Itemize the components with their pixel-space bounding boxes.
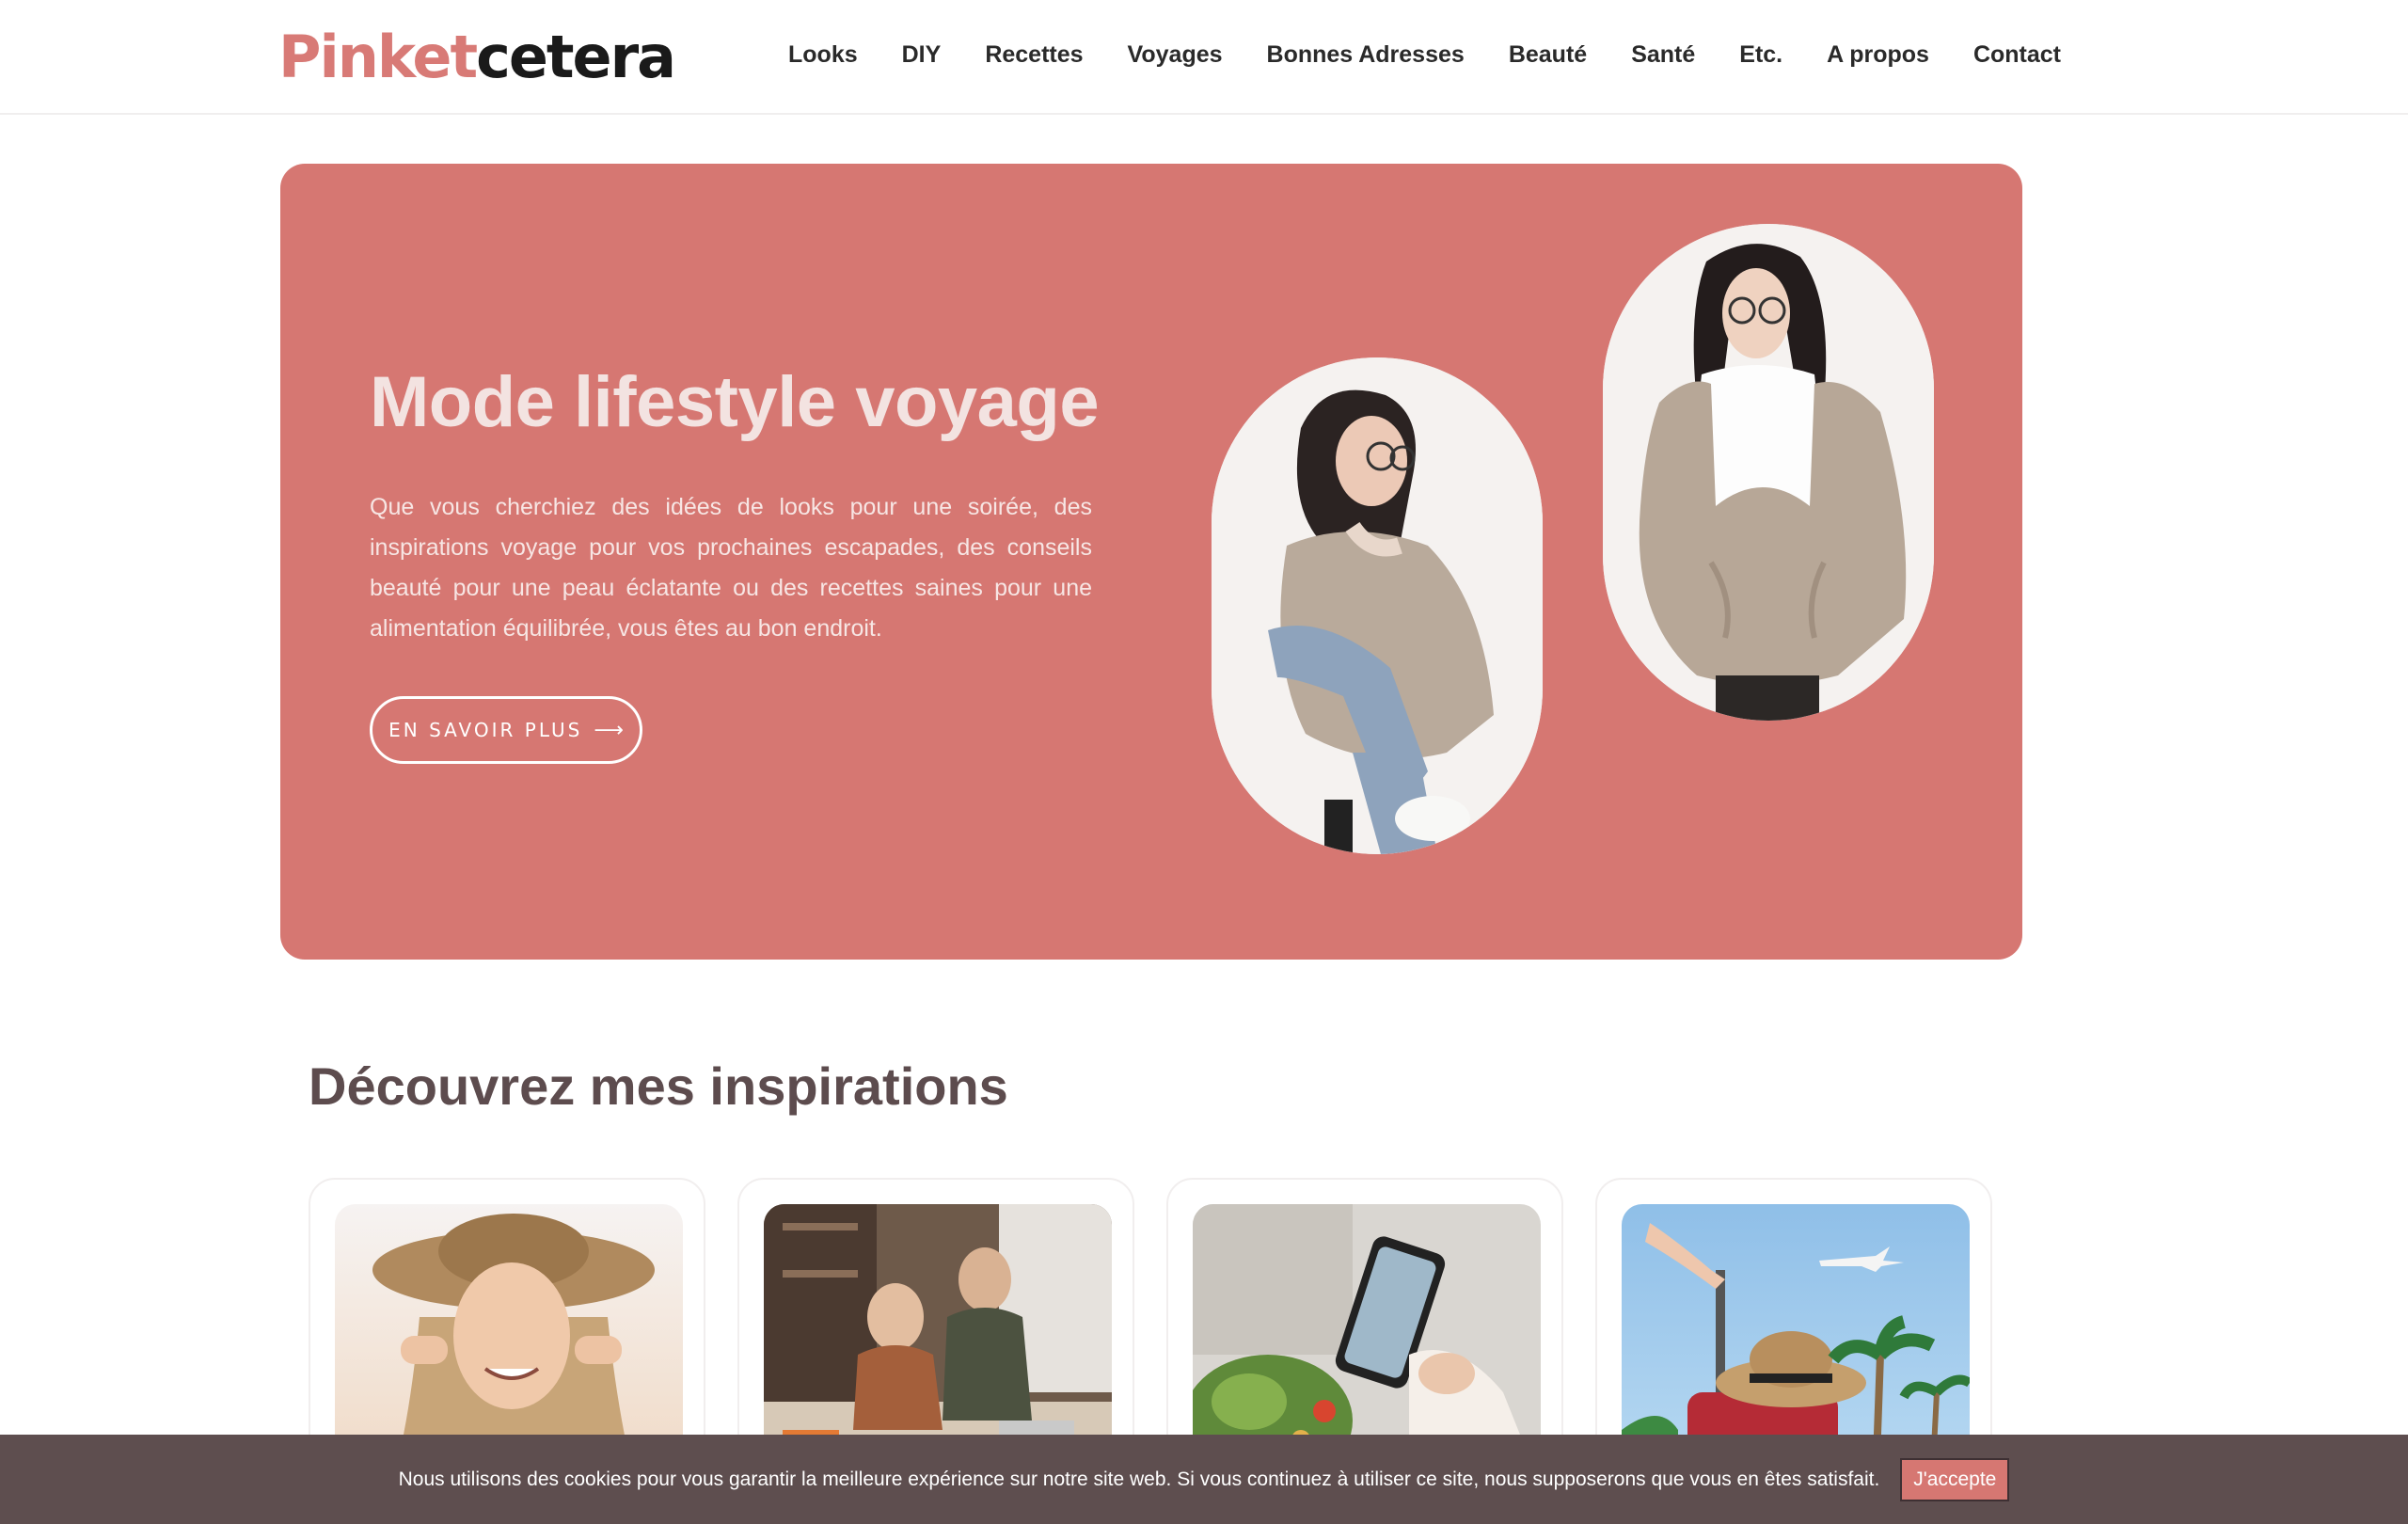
- main-nav: Looks DIY Recettes Voyages Bonnes Adress…: [788, 36, 2061, 73]
- nav-a-propos[interactable]: A propos: [1827, 36, 1929, 73]
- nav-sante[interactable]: Santé: [1631, 36, 1695, 73]
- nav-bonnes-adresses[interactable]: Bonnes Adresses: [1267, 36, 1465, 73]
- learn-more-button[interactable]: EN SAVOIR PLUS ⟶: [370, 696, 642, 764]
- nav-etc[interactable]: Etc.: [1739, 36, 1782, 73]
- hero-banner: Mode lifestyle voyage Que vous cherchiez…: [280, 164, 2022, 960]
- portrait-image-standing: [1603, 224, 1934, 721]
- logo-part-pinket: Pinket: [278, 22, 478, 91]
- accept-cookies-button[interactable]: J'accepte: [1900, 1457, 2010, 1501]
- nav-recettes[interactable]: Recettes: [985, 36, 1083, 73]
- inspirations-heading: Découvrez mes inspirations: [309, 1056, 1008, 1116]
- portrait-image-seated: [1212, 357, 1543, 854]
- nav-voyages[interactable]: Voyages: [1128, 36, 1223, 73]
- hero-title: Mode lifestyle voyage: [370, 362, 1100, 442]
- site-header: Pinket cetera Looks DIY Recettes Voyages …: [0, 0, 2408, 115]
- cookie-banner: Nous utilisons des cookies pour vous gar…: [0, 1435, 2408, 1524]
- arrow-right-icon: ⟶: [594, 718, 624, 742]
- nav-contact[interactable]: Contact: [1973, 36, 2061, 73]
- nav-diy[interactable]: DIY: [902, 36, 942, 73]
- nav-looks[interactable]: Looks: [788, 36, 858, 73]
- cookie-message: Nous utilisons des cookies pour vous gar…: [398, 1468, 1880, 1490]
- logo-part-cetera: cetera: [476, 22, 676, 91]
- hero-description: Que vous cherchiez des idées de looks po…: [370, 494, 1092, 642]
- site-logo[interactable]: Pinket cetera: [278, 19, 676, 94]
- inspiration-cards: [309, 1178, 1994, 1524]
- nav-beaute[interactable]: Beauté: [1509, 36, 1587, 73]
- learn-more-label: EN SAVOIR PLUS: [388, 719, 583, 741]
